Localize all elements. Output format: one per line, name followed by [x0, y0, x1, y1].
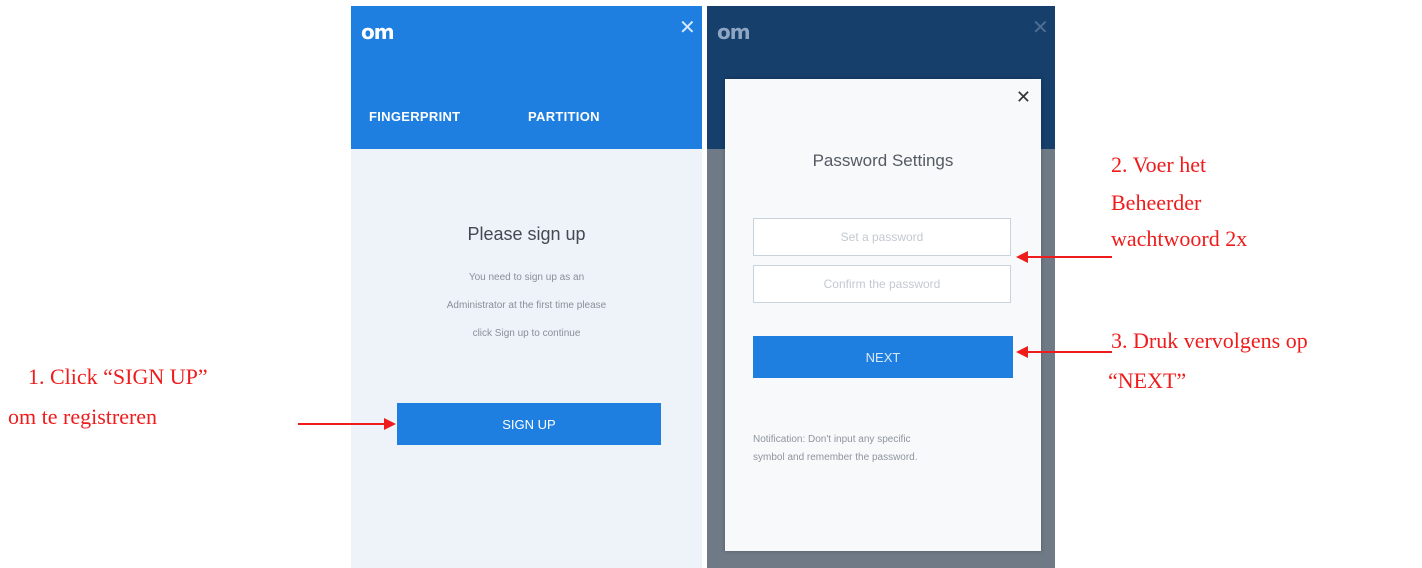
arrow-right-icon	[298, 418, 396, 430]
password-settings-modal: ✕ Password Settings NEXT Notification: D…	[725, 79, 1041, 551]
close-icon: ✕	[1032, 17, 1049, 39]
description-line: click Sign up to continue	[472, 328, 581, 339]
step3-annotation-line1: 3. Druk vervolgens op	[1111, 328, 1308, 353]
app-header: om ✕ FINGERPRINT PARTITION	[351, 6, 702, 149]
signup-description: You need to sign up as an Administrator …	[391, 264, 662, 348]
description-line: Administrator at the first time please	[446, 300, 607, 311]
step1-annotation-line1: 1. Click “SIGN UP”	[28, 364, 208, 389]
description-line: You need to sign up as an	[468, 272, 585, 283]
step2-annotation-line1: 2. Voer het	[1111, 152, 1207, 177]
signup-screen: om ✕ FINGERPRINT PARTITION Please sign u…	[351, 6, 702, 568]
om-logo: om	[361, 20, 395, 44]
tab-partition[interactable]: PARTITION	[528, 109, 600, 124]
step2-annotation-line2: Beheerder	[1111, 190, 1202, 215]
modal-close-icon[interactable]: ✕	[1016, 87, 1031, 108]
modal-title: Password Settings	[812, 151, 954, 170]
signup-button[interactable]: SIGN UP	[397, 403, 661, 445]
step3-annotation-line2: “NEXT”	[1108, 368, 1187, 393]
step1-annotation-line2: om te registreren	[8, 404, 158, 429]
next-button[interactable]: NEXT	[753, 336, 1013, 378]
arrow-left-icon	[1016, 251, 1112, 263]
close-icon[interactable]: ✕	[679, 18, 696, 38]
arrow-left-icon	[1016, 346, 1112, 358]
notification-line: Notification: Don't input any specific	[753, 434, 911, 445]
notification-line: symbol and remember the password.	[753, 452, 918, 463]
password-settings-screen: om ✕ ✕ Password Settings NEXT Notificati…	[707, 6, 1055, 568]
set-password-field[interactable]	[753, 218, 1011, 256]
confirm-password-field[interactable]	[753, 265, 1011, 303]
step2-annotation-line3: wachtwoord 2x	[1111, 226, 1248, 251]
page-title: Please sign up	[467, 224, 586, 244]
om-logo: om	[717, 20, 751, 44]
tab-fingerprint[interactable]: FINGERPRINT	[369, 109, 460, 124]
notification-text: Notification: Don't input any specific s…	[753, 431, 1015, 467]
